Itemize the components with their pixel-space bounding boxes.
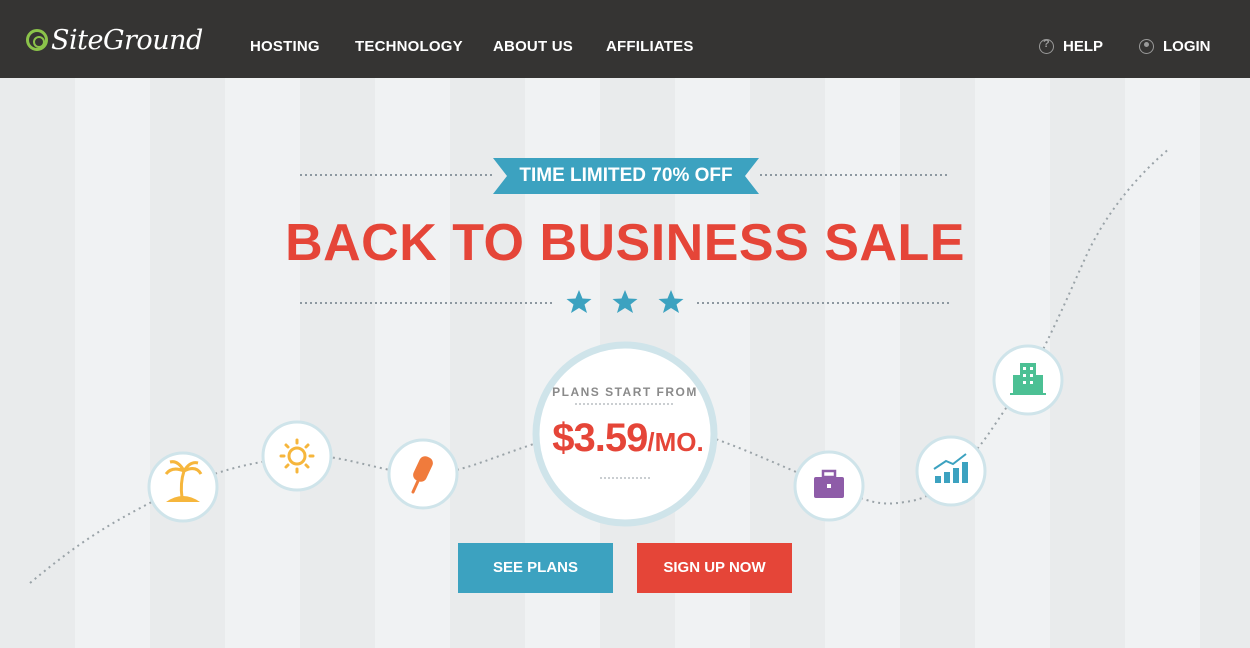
logo-mark-icon bbox=[26, 29, 48, 51]
star-icon bbox=[612, 290, 638, 313]
help-label: HELP bbox=[1063, 38, 1104, 55]
price-amount: $3.59 bbox=[552, 416, 648, 460]
star-icon bbox=[658, 290, 684, 313]
help-icon bbox=[1039, 38, 1054, 54]
nav-technology[interactable]: TECHNOLOGY bbox=[355, 38, 463, 55]
price-unit: /MO. bbox=[647, 427, 704, 457]
star-icon bbox=[566, 290, 592, 313]
nav-hosting[interactable]: HOSTING bbox=[250, 38, 320, 55]
site-header: SiteGround HOSTING TECHNOLOGY ABOUT US A… bbox=[0, 0, 1250, 78]
offer-ribbon: TIME LIMITED 70% OFF bbox=[519, 165, 733, 186]
palm-tree-icon bbox=[147, 451, 219, 523]
hero-section: TIME LIMITED 70% OFF BACK TO BUSINESS SA… bbox=[0, 78, 1250, 648]
price-caption: PLANS START FROM bbox=[552, 385, 698, 399]
help-link[interactable]: HELP bbox=[1039, 38, 1103, 55]
briefcase-icon bbox=[793, 450, 865, 522]
price-display: $3.59/MO. bbox=[548, 416, 708, 461]
office-building-icon bbox=[992, 344, 1064, 416]
sign-up-now-button[interactable]: SIGN UP NOW bbox=[637, 543, 792, 593]
logo-text: SiteGround bbox=[51, 24, 203, 56]
login-label: LOGIN bbox=[1163, 38, 1211, 55]
popsicle-icon bbox=[387, 438, 459, 510]
siteground-logo[interactable]: SiteGround bbox=[26, 20, 203, 60]
nav-affiliates[interactable]: AFFILIATES bbox=[606, 38, 694, 55]
growth-chart-icon bbox=[915, 435, 987, 507]
nav-about-us[interactable]: ABOUT US bbox=[493, 38, 573, 55]
see-plans-button[interactable]: SEE PLANS bbox=[458, 543, 613, 593]
sun-icon bbox=[261, 420, 333, 492]
login-link[interactable]: LOGIN bbox=[1139, 38, 1211, 55]
sale-headline: BACK TO BUSINESS SALE bbox=[285, 214, 965, 272]
user-icon bbox=[1139, 39, 1154, 54]
